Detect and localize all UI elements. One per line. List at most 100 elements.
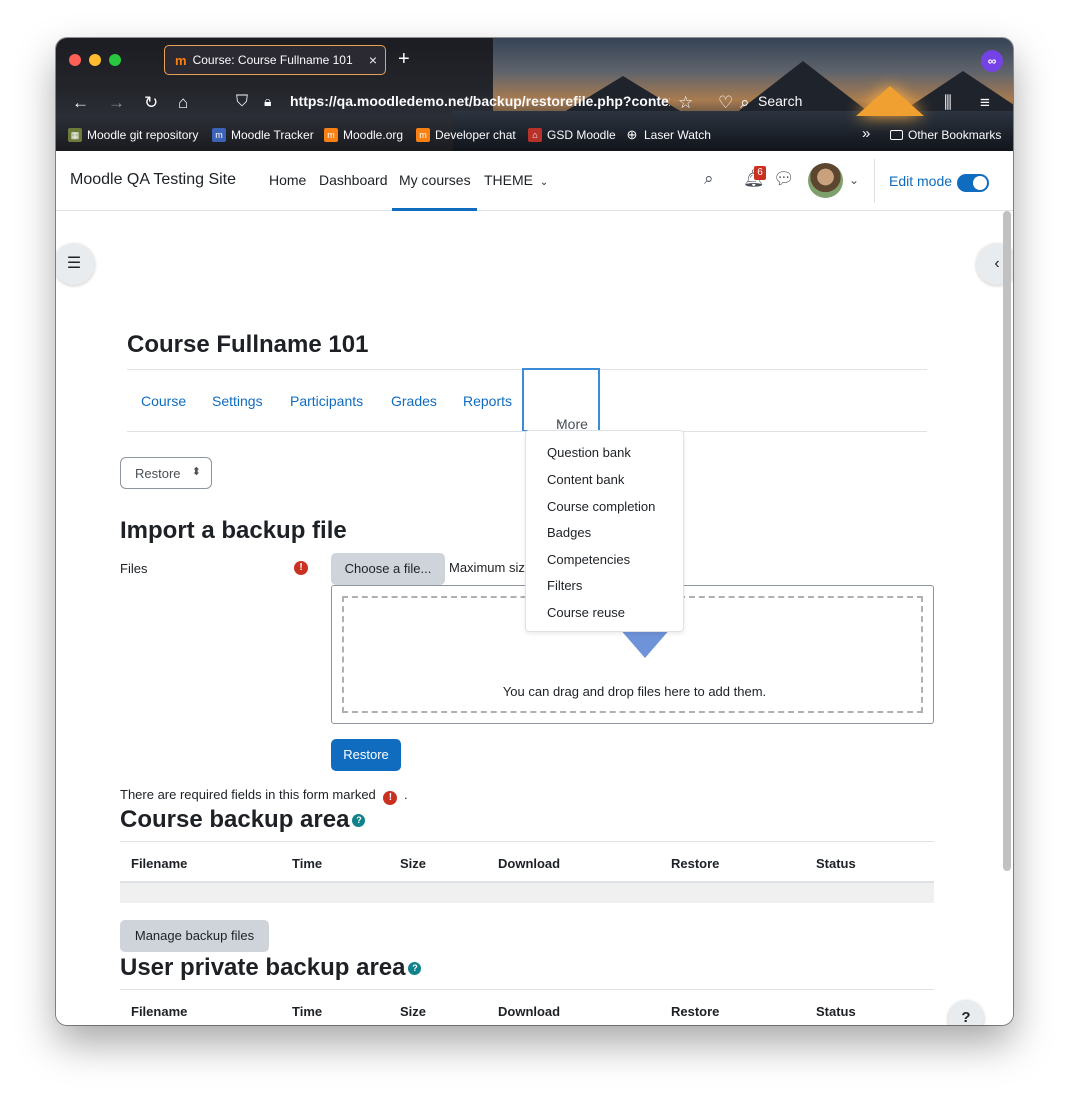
reload-icon[interactable]: ↻ (144, 93, 158, 113)
edit-mode-toggle[interactable] (957, 174, 989, 192)
bookmark-label: Laser Watch (644, 128, 711, 142)
manage-backup-files-button[interactable]: Manage backup files (120, 920, 269, 952)
restore-button[interactable]: Restore (331, 739, 401, 771)
page-title: Course Fullname 101 (127, 331, 369, 358)
avatar[interactable] (808, 163, 843, 198)
school-icon: ⌂ (528, 128, 542, 142)
url-bar[interactable]: https://qa.moodledemo.net/backup/restore… (290, 93, 670, 109)
menu-item-competencies[interactable]: Competencies (547, 552, 630, 567)
nav-my-courses[interactable]: My courses (399, 172, 471, 188)
col-restore: Restore (671, 1004, 720, 1019)
nav-theme[interactable]: THEME ⌄ (484, 172, 548, 188)
chevron-down-icon: ⌄ (539, 177, 549, 188)
menu-item-filters[interactable]: Filters (547, 578, 582, 593)
bookmark-item[interactable]: m Developer chat (416, 128, 516, 142)
menu-item-content-bank[interactable]: Content bank (547, 472, 624, 487)
col-filename: Filename (131, 856, 188, 871)
forward-icon[interactable]: → (108, 93, 125, 113)
secondary-nav-course[interactable]: Course (141, 393, 186, 409)
course-index-drawer-button[interactable]: ☰ (56, 243, 95, 285)
browser-chrome: m Course: Course Fullname 101 × + ∞ ← → … (56, 38, 1013, 151)
toggle-knob (973, 176, 987, 190)
close-window-button[interactable] (69, 54, 81, 66)
col-download: Download (498, 1004, 561, 1019)
bookmark-item[interactable]: ▦ Moodle git repository (68, 128, 198, 142)
restore-action-select[interactable]: Restore ⬍ (120, 457, 212, 489)
menu-icon[interactable]: ≡ (980, 93, 990, 113)
secondary-nav-reports[interactable]: Reports (463, 393, 512, 409)
git-icon: ▦ (68, 128, 82, 142)
col-time: Time (292, 1004, 323, 1019)
more-dropdown-menu: Question bank Content bank Course comple… (525, 430, 684, 632)
menu-item-badges[interactable]: Badges (547, 525, 591, 540)
import-heading: Import a backup file (120, 517, 347, 544)
user-menu-chevron-icon[interactable]: ⌄ (849, 173, 859, 187)
page-content: Moodle QA Testing Site Home Dashboard My… (56, 151, 1013, 1025)
folder-icon (890, 130, 903, 140)
bookmark-item[interactable]: m Moodle.org (324, 128, 403, 142)
help-button[interactable]: ? (948, 1000, 984, 1025)
other-bookmarks[interactable]: Other Bookmarks (890, 128, 1001, 142)
home-icon[interactable]: ⌂ (178, 93, 188, 113)
choose-file-button[interactable]: Choose a file... (331, 553, 445, 585)
shield-icon[interactable]: ⛉ (236, 93, 248, 111)
nav-dashboard[interactable]: Dashboard (319, 172, 388, 188)
col-status: Status (816, 856, 856, 871)
messages-icon[interactable]: 💬︎ (773, 169, 795, 189)
moodle-icon: m (324, 128, 338, 142)
menu-item-course-reuse[interactable]: Course reuse (547, 605, 625, 620)
user-backup-heading: User private backup area? (120, 954, 422, 982)
minimize-window-button[interactable] (89, 54, 101, 66)
required-icon: ! (294, 561, 308, 575)
search-icon: ⌕ (740, 93, 750, 112)
help-icon[interactable]: ? (352, 814, 366, 828)
secondary-nav-grades[interactable]: Grades (391, 393, 437, 409)
edit-mode-label: Edit mode (889, 173, 953, 189)
bookmark-label: Moodle git repository (87, 128, 199, 142)
select-arrows-icon: ⬍ (191, 466, 201, 478)
user-backup-table: Filename Time Size Download Restore Stat… (120, 989, 934, 1025)
secondary-nav-settings[interactable]: Settings (212, 393, 263, 409)
lock-icon[interactable]: 🔒︎ (264, 93, 271, 110)
col-download: Download (498, 856, 561, 871)
bookmark-star-icon[interactable]: ☆ (678, 93, 693, 113)
menu-item-question-bank[interactable]: Question bank (547, 445, 631, 460)
navbar: Moodle QA Testing Site Home Dashboard My… (56, 151, 1013, 211)
col-time: Time (292, 856, 323, 871)
menu-item-course-completion[interactable]: Course completion (547, 499, 655, 514)
bookmark-label: GSD Moodle (547, 128, 616, 142)
bookmark-item[interactable]: m Moodle Tracker (212, 128, 314, 142)
search-icon[interactable]: ⌕ (704, 169, 714, 189)
library-icon[interactable]: ⫼ (944, 93, 952, 113)
secondary-nav-participants[interactable]: Participants (290, 393, 363, 409)
course-backup-table: Filename Time Size Download Restore Stat… (120, 841, 934, 903)
back-icon[interactable]: ← (72, 93, 89, 113)
active-nav-indicator (392, 208, 477, 211)
bookmarks-overflow-icon[interactable]: » (862, 125, 870, 142)
required-note-text: There are required fields in this form m… (120, 787, 376, 802)
course-backup-title: Course backup area (120, 806, 350, 833)
nav-home[interactable]: Home (269, 172, 306, 188)
scrollbar[interactable] (1003, 211, 1011, 871)
search-box[interactable]: Search (758, 93, 802, 109)
new-tab-button[interactable]: + (398, 48, 410, 71)
bookmark-item[interactable]: ⊕ Laser Watch (625, 128, 711, 143)
secondary-nav-more[interactable]: More ⌄ (522, 368, 600, 432)
pocket-icon[interactable]: ♡ (718, 93, 733, 113)
files-label: Files (120, 561, 148, 576)
moodle-favicon-icon: m (175, 52, 187, 68)
divider (874, 159, 875, 203)
col-size: Size (400, 1004, 427, 1019)
drop-hint: You can drag and drop files here to add … (502, 684, 767, 699)
bookmark-item[interactable]: ⌂ GSD Moodle (528, 128, 616, 142)
browser-tab[interactable]: m Course: Course Fullname 101 × (164, 45, 386, 75)
site-name[interactable]: Moodle QA Testing Site (70, 171, 236, 189)
moodle-icon: m (416, 128, 430, 142)
theme-tent (856, 86, 924, 116)
required-icon: ! (383, 791, 398, 805)
bookmark-label: Moodle.org (343, 128, 404, 142)
bookmark-label: Moodle Tracker (231, 128, 314, 142)
help-icon[interactable]: ? (408, 962, 422, 976)
close-tab-icon[interactable]: × (369, 52, 377, 68)
zoom-window-button[interactable] (109, 54, 121, 66)
